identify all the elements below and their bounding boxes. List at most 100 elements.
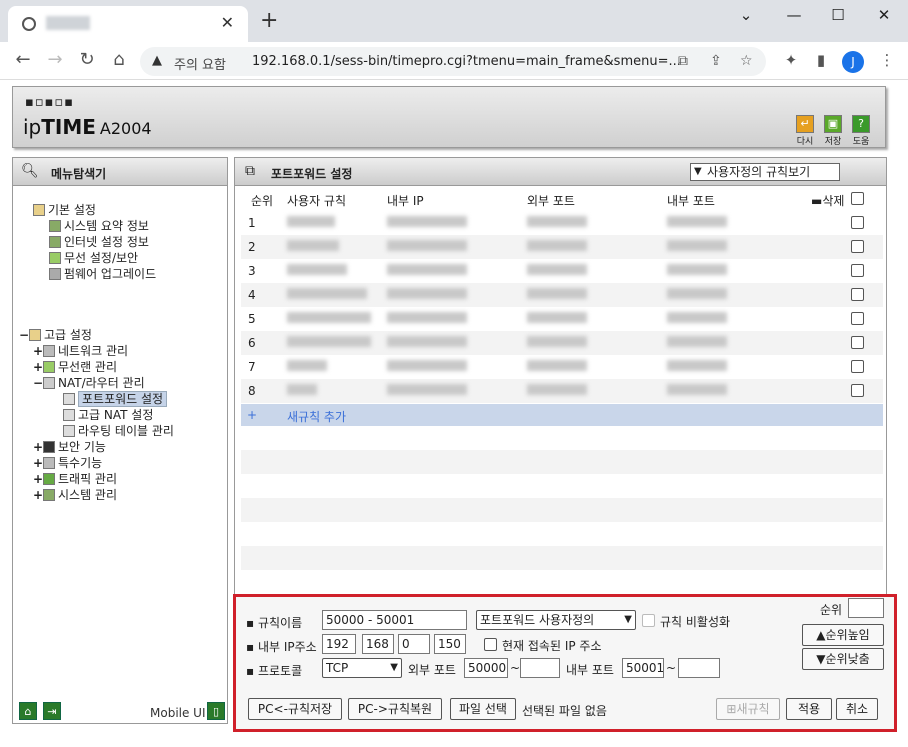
disable-rule-checkbox[interactable] bbox=[642, 614, 655, 627]
rule-type-select[interactable]: 포트포워드 사용자정의 ▼ bbox=[476, 610, 636, 630]
empty-row bbox=[241, 450, 883, 474]
rule-view-select[interactable]: ▼ 사용자정의 규칙보기 bbox=[690, 163, 840, 181]
menu-advanced-settings[interactable]: − 고급 설정 bbox=[19, 327, 92, 343]
help-button[interactable]: ? 도움 bbox=[851, 115, 871, 147]
delete-checkbox[interactable] bbox=[851, 312, 864, 325]
menu-system-summary[interactable]: 시스템 요약 정보 bbox=[49, 218, 149, 234]
ip-octet-1[interactable]: 192 bbox=[322, 634, 356, 654]
redacted-ext-port bbox=[527, 384, 587, 398]
ip-octet-3[interactable]: 0 bbox=[398, 634, 430, 654]
more-menu-icon[interactable]: ⋮ bbox=[876, 50, 898, 70]
forward-arrow-icon[interactable]: → bbox=[44, 50, 66, 70]
internal-port-to-input[interactable] bbox=[678, 658, 720, 678]
menu-advanced-nat[interactable]: 고급 NAT 설정 bbox=[63, 407, 153, 423]
new-tab-button[interactable]: + bbox=[260, 10, 278, 32]
ip-octet-2[interactable]: 168 bbox=[362, 634, 394, 654]
minimize-button[interactable]: — bbox=[780, 6, 808, 24]
ip-octet-4[interactable]: 150 bbox=[434, 634, 466, 654]
external-port-from-input[interactable]: 50000 bbox=[464, 658, 508, 678]
menu-basic-settings[interactable]: 기본 설정 bbox=[33, 202, 96, 218]
tab-close-icon[interactable]: ✕ bbox=[221, 13, 234, 32]
open-external-icon[interactable]: ⧉ bbox=[678, 53, 688, 69]
internal-port-from-input[interactable]: 50001 bbox=[622, 658, 664, 678]
delete-checkbox[interactable] bbox=[851, 216, 864, 229]
menu-wireless-security[interactable]: 무선 설정/보안 bbox=[49, 250, 138, 266]
logout-icon[interactable]: ⇥ bbox=[43, 702, 61, 720]
mobile-icon[interactable]: ▯ bbox=[207, 702, 225, 720]
table-row[interactable]: 2 bbox=[241, 235, 883, 259]
menu-security[interactable]: + 보안 기능 bbox=[33, 439, 106, 455]
redacted-ext-port bbox=[527, 216, 587, 230]
menu-internet-settings[interactable]: 인터넷 설정 정보 bbox=[49, 234, 149, 250]
pc-save-rules-button[interactable]: PC<-규칙저장 bbox=[248, 698, 342, 720]
table-row[interactable]: 5 bbox=[241, 307, 883, 331]
delete-checkbox[interactable] bbox=[851, 360, 864, 373]
table-row[interactable]: 4 bbox=[241, 283, 883, 307]
collapse-icon[interactable]: − bbox=[19, 327, 29, 343]
menu-network-manage[interactable]: + 네트워크 관리 bbox=[33, 343, 128, 359]
special-icon bbox=[43, 457, 55, 469]
url-text[interactable]: 192.168.0.1/sess-bin/timepro.cgi?tmenu=m… bbox=[252, 54, 681, 69]
share-icon[interactable]: ⇪ bbox=[710, 53, 722, 69]
delete-checkbox[interactable] bbox=[851, 384, 864, 397]
page-icon bbox=[63, 425, 75, 437]
menu-traffic[interactable]: + 트래픽 관리 bbox=[33, 471, 117, 487]
apply-button[interactable]: 적용 bbox=[786, 698, 832, 720]
star-icon[interactable]: ☆ bbox=[740, 53, 753, 69]
close-window-button[interactable]: ✕ bbox=[870, 6, 898, 24]
profile-avatar[interactable]: J bbox=[842, 51, 864, 73]
folder-icon bbox=[29, 329, 41, 341]
delete-checkbox[interactable] bbox=[851, 336, 864, 349]
menu-system-manage[interactable]: + 시스템 관리 bbox=[33, 487, 117, 503]
menu-port-forward[interactable]: 포트포워드 설정 bbox=[63, 391, 168, 407]
security-label[interactable]: 주의 요함 bbox=[174, 54, 226, 73]
new-rule-button[interactable]: ⊞새규칙 bbox=[716, 698, 780, 720]
delete-checkbox[interactable] bbox=[851, 264, 864, 277]
table-row[interactable]: 1 bbox=[241, 211, 883, 235]
browser-tab[interactable]: ✕ bbox=[8, 6, 248, 42]
save-button[interactable]: ▣ 저장 bbox=[823, 115, 843, 147]
current-ip-checkbox[interactable] bbox=[484, 638, 497, 651]
menu-firmware-upgrade[interactable]: 펌웨어 업그레이드 bbox=[49, 266, 156, 282]
select-all-checkbox[interactable] bbox=[851, 192, 864, 205]
reload-button[interactable]: ↵ 다시 bbox=[795, 115, 815, 147]
order-input[interactable] bbox=[848, 598, 884, 618]
maximize-button[interactable]: ☐ bbox=[824, 6, 852, 24]
table-row[interactable]: 8 bbox=[241, 379, 883, 403]
table-row[interactable]: 6 bbox=[241, 331, 883, 355]
external-port-to-input[interactable] bbox=[520, 658, 560, 678]
rule-name-input[interactable]: 50000 - 50001 bbox=[322, 610, 467, 630]
menu-nat-router[interactable]: − NAT/라우터 관리 bbox=[33, 375, 145, 391]
delete-checkbox[interactable] bbox=[851, 288, 864, 301]
menu-routing-table[interactable]: 라우팅 테이블 관리 bbox=[63, 423, 174, 439]
menu-special[interactable]: + 특수기능 bbox=[33, 455, 102, 471]
omnibox[interactable]: ▲ 주의 요함 192.168.0.1/sess-bin/timepro.cgi… bbox=[140, 47, 766, 76]
menu-wireless-manage[interactable]: + 무선랜 관리 bbox=[33, 359, 117, 375]
order-up-button[interactable]: ▲순위높임 bbox=[802, 624, 884, 646]
redacted-rule bbox=[287, 264, 347, 278]
redacted-int-port bbox=[667, 336, 727, 350]
back-arrow-icon[interactable]: ← bbox=[12, 50, 34, 70]
extensions-icon[interactable]: ✦ bbox=[780, 50, 802, 70]
add-rule-row[interactable]: + 새규칙 추가 bbox=[241, 404, 883, 426]
cancel-button[interactable]: 취소 bbox=[836, 698, 878, 720]
reload-icon[interactable]: ↻ bbox=[76, 50, 98, 70]
undo-icon: ↵ bbox=[796, 115, 814, 133]
mobile-ui-link[interactable]: Mobile UI bbox=[150, 706, 206, 720]
home-icon[interactable]: ⌂ bbox=[19, 702, 37, 720]
home-icon[interactable]: ⌂ bbox=[108, 50, 130, 70]
order-down-button[interactable]: ▼순위낮춤 bbox=[802, 648, 884, 670]
portforward-title: 포트포워드 설정 bbox=[271, 167, 353, 181]
table-row[interactable]: 7 bbox=[241, 355, 883, 379]
protocol-select[interactable]: TCP ▼ bbox=[322, 658, 402, 678]
file-select-button[interactable]: 파일 선택 bbox=[450, 698, 516, 720]
table-row[interactable]: 3 bbox=[241, 259, 883, 283]
plus-icon: + bbox=[247, 408, 258, 422]
iptime-logo: ipTIME A2004 bbox=[23, 115, 152, 139]
delete-checkbox[interactable] bbox=[851, 240, 864, 253]
redacted-rule bbox=[287, 288, 367, 302]
warning-icon[interactable]: ▲ bbox=[152, 53, 162, 68]
side-panel-icon[interactable]: ▮ bbox=[810, 50, 832, 70]
tab-search-icon[interactable]: ⌄ bbox=[732, 6, 760, 24]
pc-restore-rules-button[interactable]: PC->규칙복원 bbox=[348, 698, 442, 720]
